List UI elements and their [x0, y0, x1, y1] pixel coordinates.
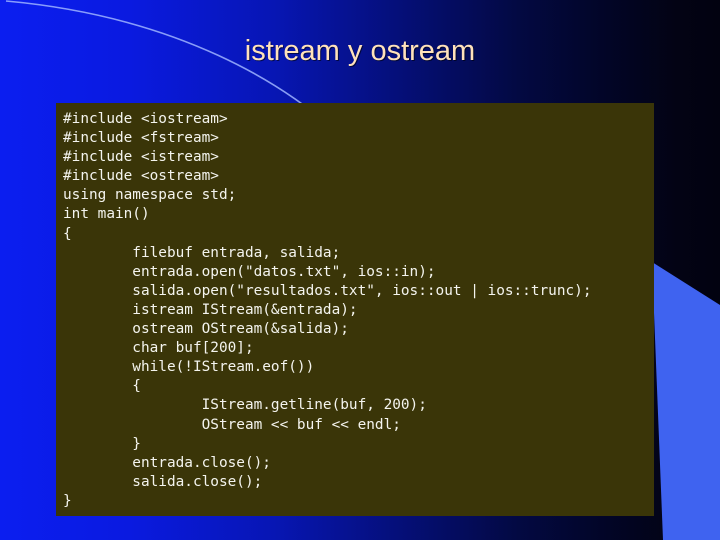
slide-canvas: istream y ostream #include <iostream> #in… — [0, 0, 720, 540]
code-line: while(!IStream.eof()) — [63, 359, 315, 376]
code-line: using namespace std; — [63, 187, 237, 204]
code-line: } — [63, 435, 141, 452]
code-line: entrada.open("datos.txt", ios::in); — [63, 263, 436, 280]
code-listing: #include <iostream> #include <fstream> #in… — [63, 110, 654, 511]
code-line: IStream.getline(buf, 200); — [63, 397, 427, 414]
code-line: istream IStream(&entrada); — [63, 301, 358, 318]
code-line: entrada.close(); — [63, 454, 271, 471]
code-line: #include <fstream> — [63, 130, 219, 147]
code-line: #include <ostream> — [63, 168, 219, 185]
code-line: char buf[200]; — [63, 340, 254, 357]
page-title: istream y ostream — [244, 35, 476, 67]
code-line: OStream << buf << endl; — [63, 416, 401, 433]
code-line: ostream OStream(&salida); — [63, 321, 349, 338]
code-line: salida.close(); — [63, 473, 263, 490]
code-line: { — [63, 225, 72, 242]
code-line: #include <iostream> — [63, 111, 228, 127]
code-block: #include <iostream> #include <fstream> #in… — [56, 103, 654, 516]
code-line: int main() — [63, 206, 150, 223]
code-line: filebuf entrada, salida; — [63, 244, 341, 261]
code-line: salida.open("resultados.txt", ios::out |… — [63, 282, 592, 299]
code-line: { — [63, 378, 141, 395]
code-line: #include <istream> — [63, 149, 219, 166]
code-line: } — [63, 492, 72, 509]
